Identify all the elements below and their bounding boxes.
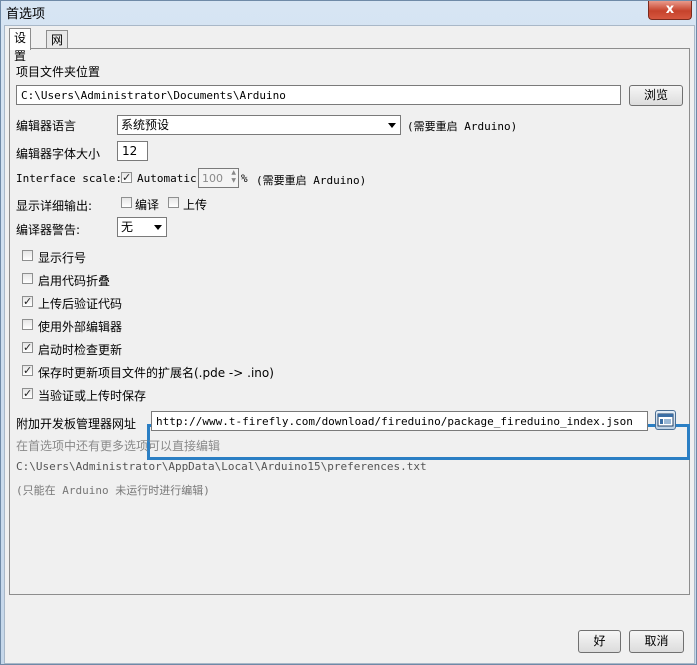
font-size-label: 编辑器字体大小 [16, 147, 101, 161]
option-label-update-extension: 保存时更新项目文件的扩展名(.pde -> .ino) [38, 366, 274, 380]
prefs-file-path[interactable]: C:\Users\Administrator\AppData\Local\Ard… [16, 460, 427, 473]
title-bar: 首选项 x [1, 1, 696, 23]
font-size-input[interactable]: 12 [117, 141, 148, 161]
scale-unit: % [241, 172, 248, 185]
option-label-verify-upload: 上传后验证代码 [38, 297, 123, 311]
option-checkbox-verify-upload[interactable]: ✓ [22, 296, 33, 307]
verbose-label: 显示详细输出: [16, 199, 93, 213]
preferences-window: 首选项 x 设置 网络 项目文件夹位置 C:\Users\Administrat… [0, 0, 697, 665]
option-label-check-updates: 启动时检查更新 [38, 343, 123, 357]
editor-language-select[interactable]: 系统预设 [117, 115, 401, 135]
compiler-warnings-select[interactable]: 无 [117, 217, 167, 237]
dialog-body: 设置 网络 项目文件夹位置 C:\Users\Administrator\Doc… [4, 25, 695, 664]
option-checkbox-code-folding[interactable] [22, 273, 33, 284]
sketchbook-path-input[interactable]: C:\Users\Administrator\Documents\Arduino [16, 85, 621, 105]
chevron-down-icon [154, 225, 162, 230]
option-checkbox-save-on-verify[interactable]: ✓ [22, 388, 33, 399]
settings-panel: 项目文件夹位置 C:\Users\Administrator\Documents… [9, 48, 690, 595]
ok-button[interactable]: 好 [578, 630, 621, 653]
editor-language-label: 编辑器语言 [16, 119, 77, 133]
option-checkbox-external-editor[interactable] [22, 319, 33, 330]
browse-button[interactable]: 浏览 [629, 85, 683, 106]
close-button[interactable]: x [648, 1, 692, 20]
more-prefs-text: 在首选项中还有更多选项可以直接编辑 [16, 439, 221, 453]
verbose-compile-label: 编译 [135, 198, 160, 212]
tab-network[interactable]: 网络 [46, 30, 69, 65]
option-label-external-editor: 使用外部编辑器 [38, 320, 123, 334]
option-checkbox-check-updates[interactable]: ✓ [22, 342, 33, 353]
cancel-button[interactable]: 取消 [629, 630, 684, 653]
compiler-warnings-value: 无 [121, 220, 134, 234]
option-checkbox-line-numbers[interactable] [22, 250, 33, 261]
compiler-warnings-label: 编译器警告: [16, 223, 81, 237]
window-edit-icon[interactable] [655, 410, 676, 430]
editor-language-value: 系统预设 [121, 118, 170, 132]
interface-scale-label: Interface scale: [16, 172, 122, 185]
chevron-down-icon [388, 123, 396, 128]
verbose-compile-checkbox[interactable] [121, 197, 132, 208]
board-urls-label: 附加开发板管理器网址 [16, 417, 137, 431]
interface-scale-note: (需要重启 Arduino) [256, 174, 367, 187]
window-icon-graphic [657, 413, 674, 427]
option-checkbox-update-extension[interactable]: ✓ [22, 365, 33, 376]
verbose-upload-label: 上传 [183, 198, 208, 212]
sketchbook-label: 项目文件夹位置 [16, 65, 101, 79]
board-urls-input[interactable]: http://www.t-firefly.com/download/firedu… [151, 411, 648, 431]
scale-spinner[interactable]: 100 ▲ ▼ [198, 168, 239, 188]
window-title: 首选项 [6, 7, 46, 22]
spinner-arrows-icon: ▲ ▼ [231, 169, 236, 184]
prefs-edit-note: (只能在 Arduino 未运行时进行编辑) [16, 484, 210, 497]
option-label-code-folding: 启用代码折叠 [38, 274, 111, 288]
option-label-line-numbers: 显示行号 [38, 251, 87, 265]
verbose-upload-checkbox[interactable] [168, 197, 179, 208]
automatic-checkbox[interactable]: ✓ [121, 172, 132, 183]
scale-value: 100 [202, 172, 223, 185]
option-label-save-on-verify: 当验证或上传时保存 [38, 389, 147, 403]
automatic-label: Automatic [137, 172, 197, 185]
tab-settings[interactable]: 设置 [9, 28, 32, 63]
editor-language-note: (需要重启 Arduino) [407, 120, 518, 133]
